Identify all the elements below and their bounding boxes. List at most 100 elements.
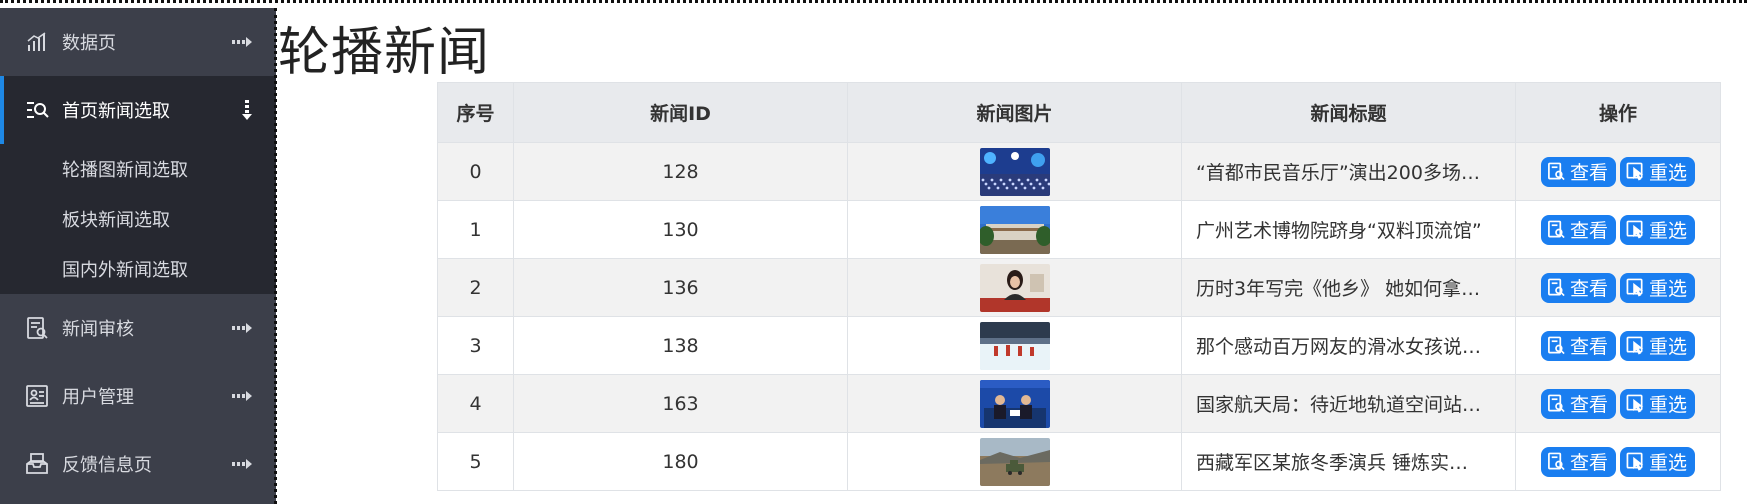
column-header-news-id: 新闻ID	[513, 82, 848, 143]
cursor-select-icon	[1626, 394, 1649, 413]
submenu-item-domestic-foreign-news[interactable]: 国内外新闻选取	[0, 244, 276, 294]
reselect-button[interactable]: 重选	[1620, 214, 1696, 245]
cursor-select-icon	[1626, 278, 1649, 297]
row-news-title: 国家航天局：待近地轨道空间站…	[1181, 374, 1516, 433]
row-index: 1	[437, 200, 514, 259]
reselect-button[interactable]: 重选	[1620, 272, 1696, 303]
row-actions: 查看 重选	[1515, 142, 1721, 201]
view-button-label: 查看	[1569, 452, 1608, 474]
sidebar: 数据页 首页新闻选取 轮播图新闻选取 板块新闻选取 国内外新闻选取 新闻审核 用…	[0, 8, 276, 504]
row-news-title: 广州艺术博物院跻身“双料顶流馆”	[1181, 200, 1516, 259]
row-news-title: “首都市民音乐厅”演出200多场…	[1181, 142, 1516, 201]
table-header-row: 序号 新闻ID 新闻图片 新闻标题 操作	[437, 82, 1721, 143]
arrow-right-icon	[228, 391, 252, 401]
row-actions: 查看 重选	[1515, 258, 1721, 317]
sidebar-item-news-review[interactable]: 新闻审核	[0, 294, 276, 362]
arrow-right-icon	[228, 459, 252, 469]
reselect-button-label: 重选	[1649, 394, 1688, 416]
row-actions: 查看 重选	[1515, 316, 1721, 375]
row-news-id: 180	[513, 432, 848, 491]
news-table: 序号 新闻ID 新闻图片 新闻标题 操作 0 128 “首都市民音乐厅”演出200多…	[437, 82, 1721, 491]
reselect-button-label: 重选	[1649, 162, 1688, 184]
row-actions: 查看 重选	[1515, 432, 1721, 491]
view-button[interactable]: 查看	[1540, 272, 1616, 303]
news-table-container: 序号 新闻ID 新闻图片 新闻标题 操作 0 128 “首都市民音乐厅”演出200多…	[437, 82, 1721, 491]
row-news-id: 136	[513, 258, 848, 317]
arrow-down-icon	[228, 100, 252, 120]
view-icon	[1547, 220, 1570, 239]
submenu-item-section-news[interactable]: 板块新闻选取	[0, 194, 276, 244]
sidebar-item-homepage-news-selection[interactable]: 首页新闻选取	[0, 76, 276, 144]
table-row: 3 138 那个感动百万网友的滑冰女孩说… 查看 重选	[437, 316, 1721, 375]
view-button-label: 查看	[1569, 394, 1608, 416]
row-news-title: 西藏军区某旅冬季演兵 锤炼实…	[1181, 432, 1516, 491]
top-border	[0, 0, 1747, 3]
sidebar-item-label: 反馈信息页	[62, 455, 152, 476]
view-icon	[1547, 452, 1570, 471]
view-button[interactable]: 查看	[1540, 446, 1616, 477]
cursor-select-icon	[1626, 220, 1649, 239]
sidebar-item-label: 数据页	[62, 33, 116, 54]
news-thumbnail	[979, 321, 1050, 370]
view-icon	[1547, 162, 1570, 181]
view-icon	[1547, 336, 1570, 355]
row-news-image	[847, 374, 1182, 433]
table-row: 0 128 “首都市民音乐厅”演出200多场… 查看 重选	[437, 142, 1721, 201]
view-icon	[1547, 394, 1570, 413]
review-document-icon	[24, 315, 50, 341]
sidebar-item-label: 新闻审核	[62, 319, 134, 340]
news-thumbnail	[979, 205, 1050, 254]
reselect-button-label: 重选	[1649, 336, 1688, 358]
sidebar-item-user-management[interactable]: 用户管理	[0, 362, 276, 430]
submenu-item-carousel-news[interactable]: 轮播图新闻选取	[0, 144, 276, 194]
view-button-label: 查看	[1569, 220, 1608, 242]
news-thumbnail	[979, 437, 1050, 486]
row-news-id: 138	[513, 316, 848, 375]
page-title: 轮播新闻	[278, 23, 491, 83]
row-index: 5	[437, 432, 514, 491]
view-button[interactable]: 查看	[1540, 214, 1616, 245]
news-thumbnail	[979, 147, 1050, 196]
row-news-title: 那个感动百万网友的滑冰女孩说…	[1181, 316, 1516, 375]
row-news-title: 历时3年写完《他乡》 她如何拿…	[1181, 258, 1516, 317]
table-row: 1 130 广州艺术博物院跻身“双料顶流馆” 查看 重选	[437, 200, 1721, 259]
row-index: 3	[437, 316, 514, 375]
row-news-id: 130	[513, 200, 848, 259]
sidebar-item-label: 首页新闻选取	[62, 101, 170, 122]
reselect-button-label: 重选	[1649, 452, 1688, 474]
row-news-image	[847, 432, 1182, 491]
column-header-index: 序号	[437, 82, 514, 143]
sidebar-divider	[274, 8, 277, 504]
view-button[interactable]: 查看	[1540, 330, 1616, 361]
row-news-id: 128	[513, 142, 848, 201]
view-button[interactable]: 查看	[1540, 156, 1616, 187]
arrow-right-icon	[228, 37, 252, 47]
cursor-select-icon	[1626, 452, 1649, 471]
row-news-image	[847, 316, 1182, 375]
user-card-icon	[24, 383, 50, 409]
cursor-select-icon	[1626, 336, 1649, 355]
arrow-right-icon	[228, 323, 252, 333]
row-news-image	[847, 142, 1182, 201]
reselect-button[interactable]: 重选	[1620, 446, 1696, 477]
view-button[interactable]: 查看	[1540, 388, 1616, 419]
row-index: 4	[437, 374, 514, 433]
bar-chart-icon	[24, 29, 50, 55]
search-list-icon	[24, 97, 50, 123]
row-actions: 查看 重选	[1515, 200, 1721, 259]
reselect-button-label: 重选	[1649, 220, 1688, 242]
table-row: 2 136 历时3年写完《他乡》 她如何拿… 查看 重选	[437, 258, 1721, 317]
reselect-button[interactable]: 重选	[1620, 156, 1696, 187]
row-index: 0	[437, 142, 514, 201]
cursor-select-icon	[1626, 162, 1649, 181]
view-button-label: 查看	[1569, 278, 1608, 300]
reselect-button[interactable]: 重选	[1620, 330, 1696, 361]
table-row: 4 163 国家航天局：待近地轨道空间站… 查看 重选	[437, 374, 1721, 433]
view-icon	[1547, 278, 1570, 297]
row-news-image	[847, 258, 1182, 317]
column-header-actions: 操作	[1515, 82, 1721, 143]
view-button-label: 查看	[1569, 162, 1608, 184]
sidebar-item-feedback[interactable]: 反馈信息页	[0, 430, 276, 498]
reselect-button[interactable]: 重选	[1620, 388, 1696, 419]
sidebar-item-dashboard[interactable]: 数据页	[0, 8, 276, 76]
